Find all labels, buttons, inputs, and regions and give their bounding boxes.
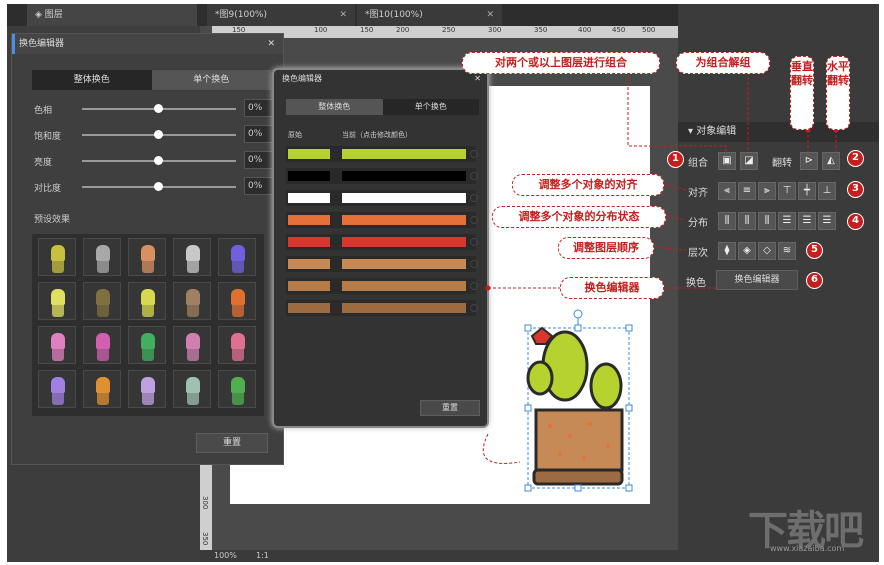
watermark-url: www.xiazaiba.com bbox=[770, 544, 845, 553]
callout-order: 调整图层顺序 bbox=[558, 237, 654, 259]
callout-vertical-flip: 垂直翻转 bbox=[790, 56, 814, 130]
callout-horizontal-flip: 水平翻转 bbox=[826, 56, 850, 130]
callout-group: 对两个或以上图层进行组合 bbox=[462, 52, 660, 74]
callout-distribute: 调整多个对象的分布状态 bbox=[492, 206, 666, 228]
annotation-connectors bbox=[482, 69, 839, 464]
callout-ungroup: 为组合解组 bbox=[676, 52, 770, 74]
callout-recolor-editor: 换色编辑器 bbox=[560, 277, 664, 299]
callout-align: 调整多个对象的对齐 bbox=[512, 174, 664, 196]
